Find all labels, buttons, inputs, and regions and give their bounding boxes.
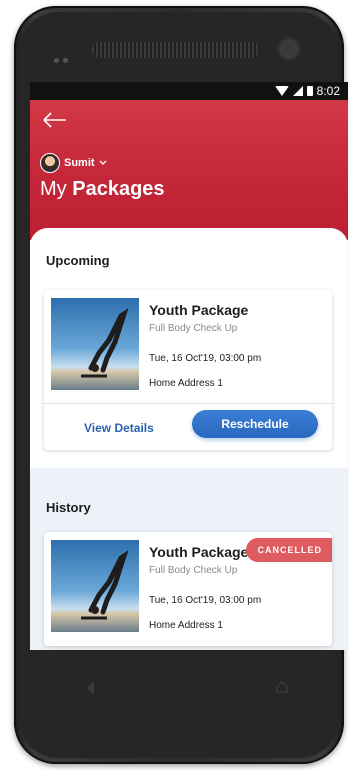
chevron-down-icon [99,160,107,165]
package-address: Home Address 1 [149,620,223,631]
page-title-bold: Packages [72,178,165,200]
history-package-card[interactable]: Youth Package Full Body Check Up Tue, 16… [44,532,332,646]
page-title-light: My [40,178,67,200]
package-thumbnail [51,540,139,632]
card-divider [44,403,332,404]
device-nav-bar [30,650,324,724]
reschedule-button[interactable]: Reschedule [192,410,318,438]
status-time: 8:02 [316,84,340,98]
package-name: Youth Package [149,544,249,560]
nav-back-icon[interactable] [86,682,94,694]
avatar [40,153,60,173]
package-subtitle: Full Body Check Up [149,323,238,334]
package-name: Youth Package [149,302,249,318]
package-address: Home Address 1 [149,378,223,389]
front-camera [276,36,302,62]
upcoming-package-card[interactable]: Youth Package Full Body Check Up Tue, 16… [44,290,332,450]
user-name: Sumit [64,157,95,169]
cancelled-badge: CANCELLED [245,538,332,562]
package-datetime: Tue, 16 Oct'19, 03:00 pm [149,353,262,364]
upcoming-section: Upcoming Youth Package Full Body Check U… [30,228,348,468]
back-arrow-icon[interactable] [40,108,70,132]
battery-icon [306,86,313,96]
package-thumbnail [51,298,139,390]
history-title: History [46,500,91,515]
upcoming-title: Upcoming [46,253,110,268]
app-screen: 8:02 Sumit My Packages Upcoming Youth Pa… [30,82,348,650]
wifi-icon [274,86,289,96]
package-datetime: Tue, 16 Oct'19, 03:00 pm [149,595,262,606]
user-switcher[interactable]: Sumit [40,153,107,173]
nav-home-icon[interactable] [276,680,288,693]
page-title: My Packages [40,178,165,201]
earpiece-speaker [92,42,260,58]
sensor-dots [54,50,72,68]
content-area: Upcoming Youth Package Full Body Check U… [30,228,348,650]
status-bar: 8:02 [30,82,348,100]
header: Sumit My Packages [30,100,348,240]
view-details-button[interactable]: View Details [84,421,154,435]
signal-icon [292,86,303,96]
package-subtitle: Full Body Check Up [149,565,238,576]
